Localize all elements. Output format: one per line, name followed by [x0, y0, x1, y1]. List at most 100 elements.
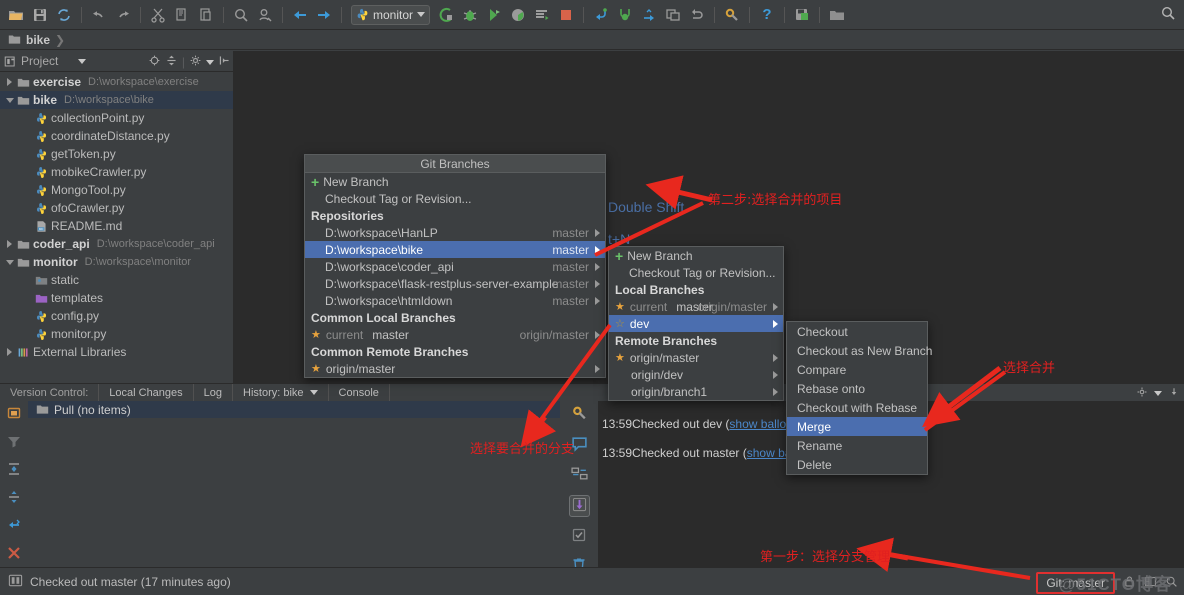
tree-expander[interactable]	[4, 348, 15, 356]
chevron-down-icon[interactable]	[417, 12, 426, 17]
tree-node-ofocrawler-py[interactable]: ofoCrawler.py	[0, 199, 233, 217]
chevron-down-icon[interactable]	[5, 259, 14, 265]
hide-panel-icon[interactable]	[1168, 386, 1180, 401]
chevron-right-icon[interactable]	[595, 262, 600, 271]
chevron-down-icon[interactable]	[309, 390, 318, 395]
tree-node-gettoken-py[interactable]: getToken.py	[0, 145, 233, 163]
vcs-push-icon[interactable]	[638, 4, 660, 26]
search-icon[interactable]	[230, 4, 252, 26]
chevron-right-icon[interactable]	[595, 330, 600, 339]
settings-icon[interactable]	[721, 4, 743, 26]
menu-item-d-workspace-coder_api[interactable]: D:\workspace\coder_api master	[305, 258, 605, 275]
update-icon[interactable]	[568, 495, 590, 517]
vc-tab-version-control[interactable]: Version Control:	[0, 383, 100, 402]
vcs-rollback-icon[interactable]	[686, 4, 708, 26]
checkbox-icon[interactable]	[571, 527, 587, 546]
chevron-right-icon[interactable]	[7, 348, 12, 356]
stop-icon[interactable]	[555, 4, 577, 26]
repo-branches-popup-list[interactable]: + New Branch Checkout Tag or Revision... Lo…	[609, 247, 783, 400]
project-structure-icon[interactable]	[826, 4, 848, 26]
star-outline-icon[interactable]: ☆	[615, 317, 625, 330]
menu-item-checkout-as-new-branch[interactable]: Checkout as New Branch	[787, 341, 932, 360]
breadcrumb-item-bike[interactable]: bike	[26, 33, 50, 47]
run-icon[interactable]	[435, 4, 457, 26]
chevron-right-icon[interactable]	[7, 78, 12, 86]
open-folder-icon[interactable]	[5, 4, 27, 26]
branch-actions-popup[interactable]: Checkout Checkout as New Branch Compare Reb…	[786, 321, 932, 475]
chevron-right-icon[interactable]	[595, 364, 600, 373]
run-console-icon[interactable]	[531, 4, 553, 26]
menu-item-d-workspace-hanlp[interactable]: D:\workspace\HanLP master	[305, 224, 605, 241]
tree-node-coordinatedistance-py[interactable]: coordinateDistance.py	[0, 127, 233, 145]
repo-branches-popup[interactable]: + New Branch Checkout Tag or Revision... Lo…	[608, 246, 784, 401]
vc-changelist-panel[interactable]: Pull (no items)	[28, 401, 560, 567]
diff-icon[interactable]	[570, 465, 588, 485]
chevron-right-icon[interactable]	[773, 353, 778, 362]
filter-icon[interactable]	[6, 433, 22, 452]
menu-item-master[interactable]: ★ current master origin/master	[305, 326, 605, 343]
chevron-down-icon[interactable]	[78, 58, 87, 64]
tree-node-monitor[interactable]: monitor D:\workspace\monitor	[0, 253, 233, 271]
chevron-right-icon[interactable]	[595, 296, 600, 305]
star-icon[interactable]: ★	[615, 351, 625, 364]
expand-all-icon[interactable]	[6, 461, 22, 480]
forward-icon[interactable]	[313, 4, 335, 26]
menu-item-master[interactable]: ★ current master origin/master	[609, 298, 783, 315]
tree-expander[interactable]	[4, 97, 15, 103]
menu-item-compare[interactable]: Compare	[787, 360, 927, 379]
vcs-update-icon[interactable]	[590, 4, 612, 26]
run-configuration-selector[interactable]: monitor	[351, 4, 431, 25]
chevron-right-icon[interactable]	[595, 245, 600, 254]
chevron-right-icon[interactable]	[595, 279, 600, 288]
menu-item-rebase-onto[interactable]: Rebase onto	[787, 379, 927, 398]
chevron-right-icon[interactable]	[773, 387, 778, 396]
vc-tab-console[interactable]: Console	[329, 383, 390, 402]
menu-item-checkout-tag-or-revision-[interactable]: Checkout Tag or Revision...	[305, 190, 605, 207]
hide-panel-icon[interactable]	[218, 54, 231, 70]
chevron-right-icon[interactable]	[773, 302, 778, 311]
collapse-all-icon[interactable]	[165, 54, 178, 70]
help-icon[interactable]: ?	[756, 4, 778, 26]
tree-node-monitor-py[interactable]: monitor.py	[0, 325, 233, 343]
tree-node-exercise[interactable]: exercise D:\workspace\exercise	[0, 73, 233, 91]
vc-tab-history[interactable]: History: bike	[233, 383, 329, 402]
menu-item-rename[interactable]: Rename	[787, 436, 927, 455]
global-search-icon[interactable]	[1160, 5, 1176, 24]
menu-item-d-workspace-flask-restplus-server-example[interactable]: D:\workspace\flask-restplus-server-examp…	[305, 275, 605, 292]
target-icon[interactable]	[148, 54, 161, 70]
chevron-right-icon[interactable]	[595, 228, 600, 237]
tree-node-templates[interactable]: templates	[0, 289, 233, 307]
chevron-right-icon[interactable]	[7, 240, 12, 248]
undo-icon[interactable]	[88, 4, 110, 26]
paste-icon[interactable]	[195, 4, 217, 26]
vcs-commit-icon[interactable]	[614, 4, 636, 26]
chevron-right-icon[interactable]	[773, 370, 778, 379]
chevron-right-icon[interactable]	[773, 319, 778, 328]
sync-icon[interactable]	[53, 4, 75, 26]
menu-item-origin/master[interactable]: ★ origin/master	[305, 360, 605, 377]
project-tree[interactable]: exercise D:\workspace\exercise bike D:\work…	[0, 72, 233, 383]
tree-expander[interactable]	[4, 240, 15, 248]
copy-icon[interactable]	[171, 4, 193, 26]
save-all-icon[interactable]	[29, 4, 51, 26]
rollback-icon[interactable]	[6, 545, 22, 564]
tree-node-coder_api[interactable]: coder_api D:\workspace\coder_api	[0, 235, 233, 253]
settings-gear-icon[interactable]	[1136, 386, 1148, 401]
menu-item-origin/master[interactable]: ★ origin/master	[609, 349, 783, 366]
vc-tab-local-changes[interactable]: Local Changes	[99, 383, 194, 402]
go-to-change-icon[interactable]	[6, 517, 22, 536]
menu-item-new-branch[interactable]: + New Branch	[305, 173, 605, 190]
menu-item-merge[interactable]: Merge	[787, 417, 927, 436]
find-usages-icon[interactable]	[254, 4, 276, 26]
tree-node-mobikecrawler-py[interactable]: mobikeCrawler.py	[0, 163, 233, 181]
branch-actions-popup-list[interactable]: Checkout Checkout as New Branch Compare Reb…	[787, 322, 932, 474]
settings-gear-icon[interactable]	[189, 54, 202, 70]
sdk-manager-icon[interactable]	[791, 4, 813, 26]
group-by-icon[interactable]	[6, 405, 22, 424]
git-branches-popup[interactable]: Git Branches + New Branch Checkout Tag or …	[304, 154, 606, 378]
menu-item-delete[interactable]: Delete	[787, 455, 927, 474]
menu-item-checkout-tag-or-revision-[interactable]: Checkout Tag or Revision...	[609, 264, 783, 281]
tree-node-collectionpoint-py[interactable]: collectionPoint.py	[0, 109, 233, 127]
tree-expander[interactable]	[4, 78, 15, 86]
collapse-all-icon[interactable]	[6, 489, 22, 508]
